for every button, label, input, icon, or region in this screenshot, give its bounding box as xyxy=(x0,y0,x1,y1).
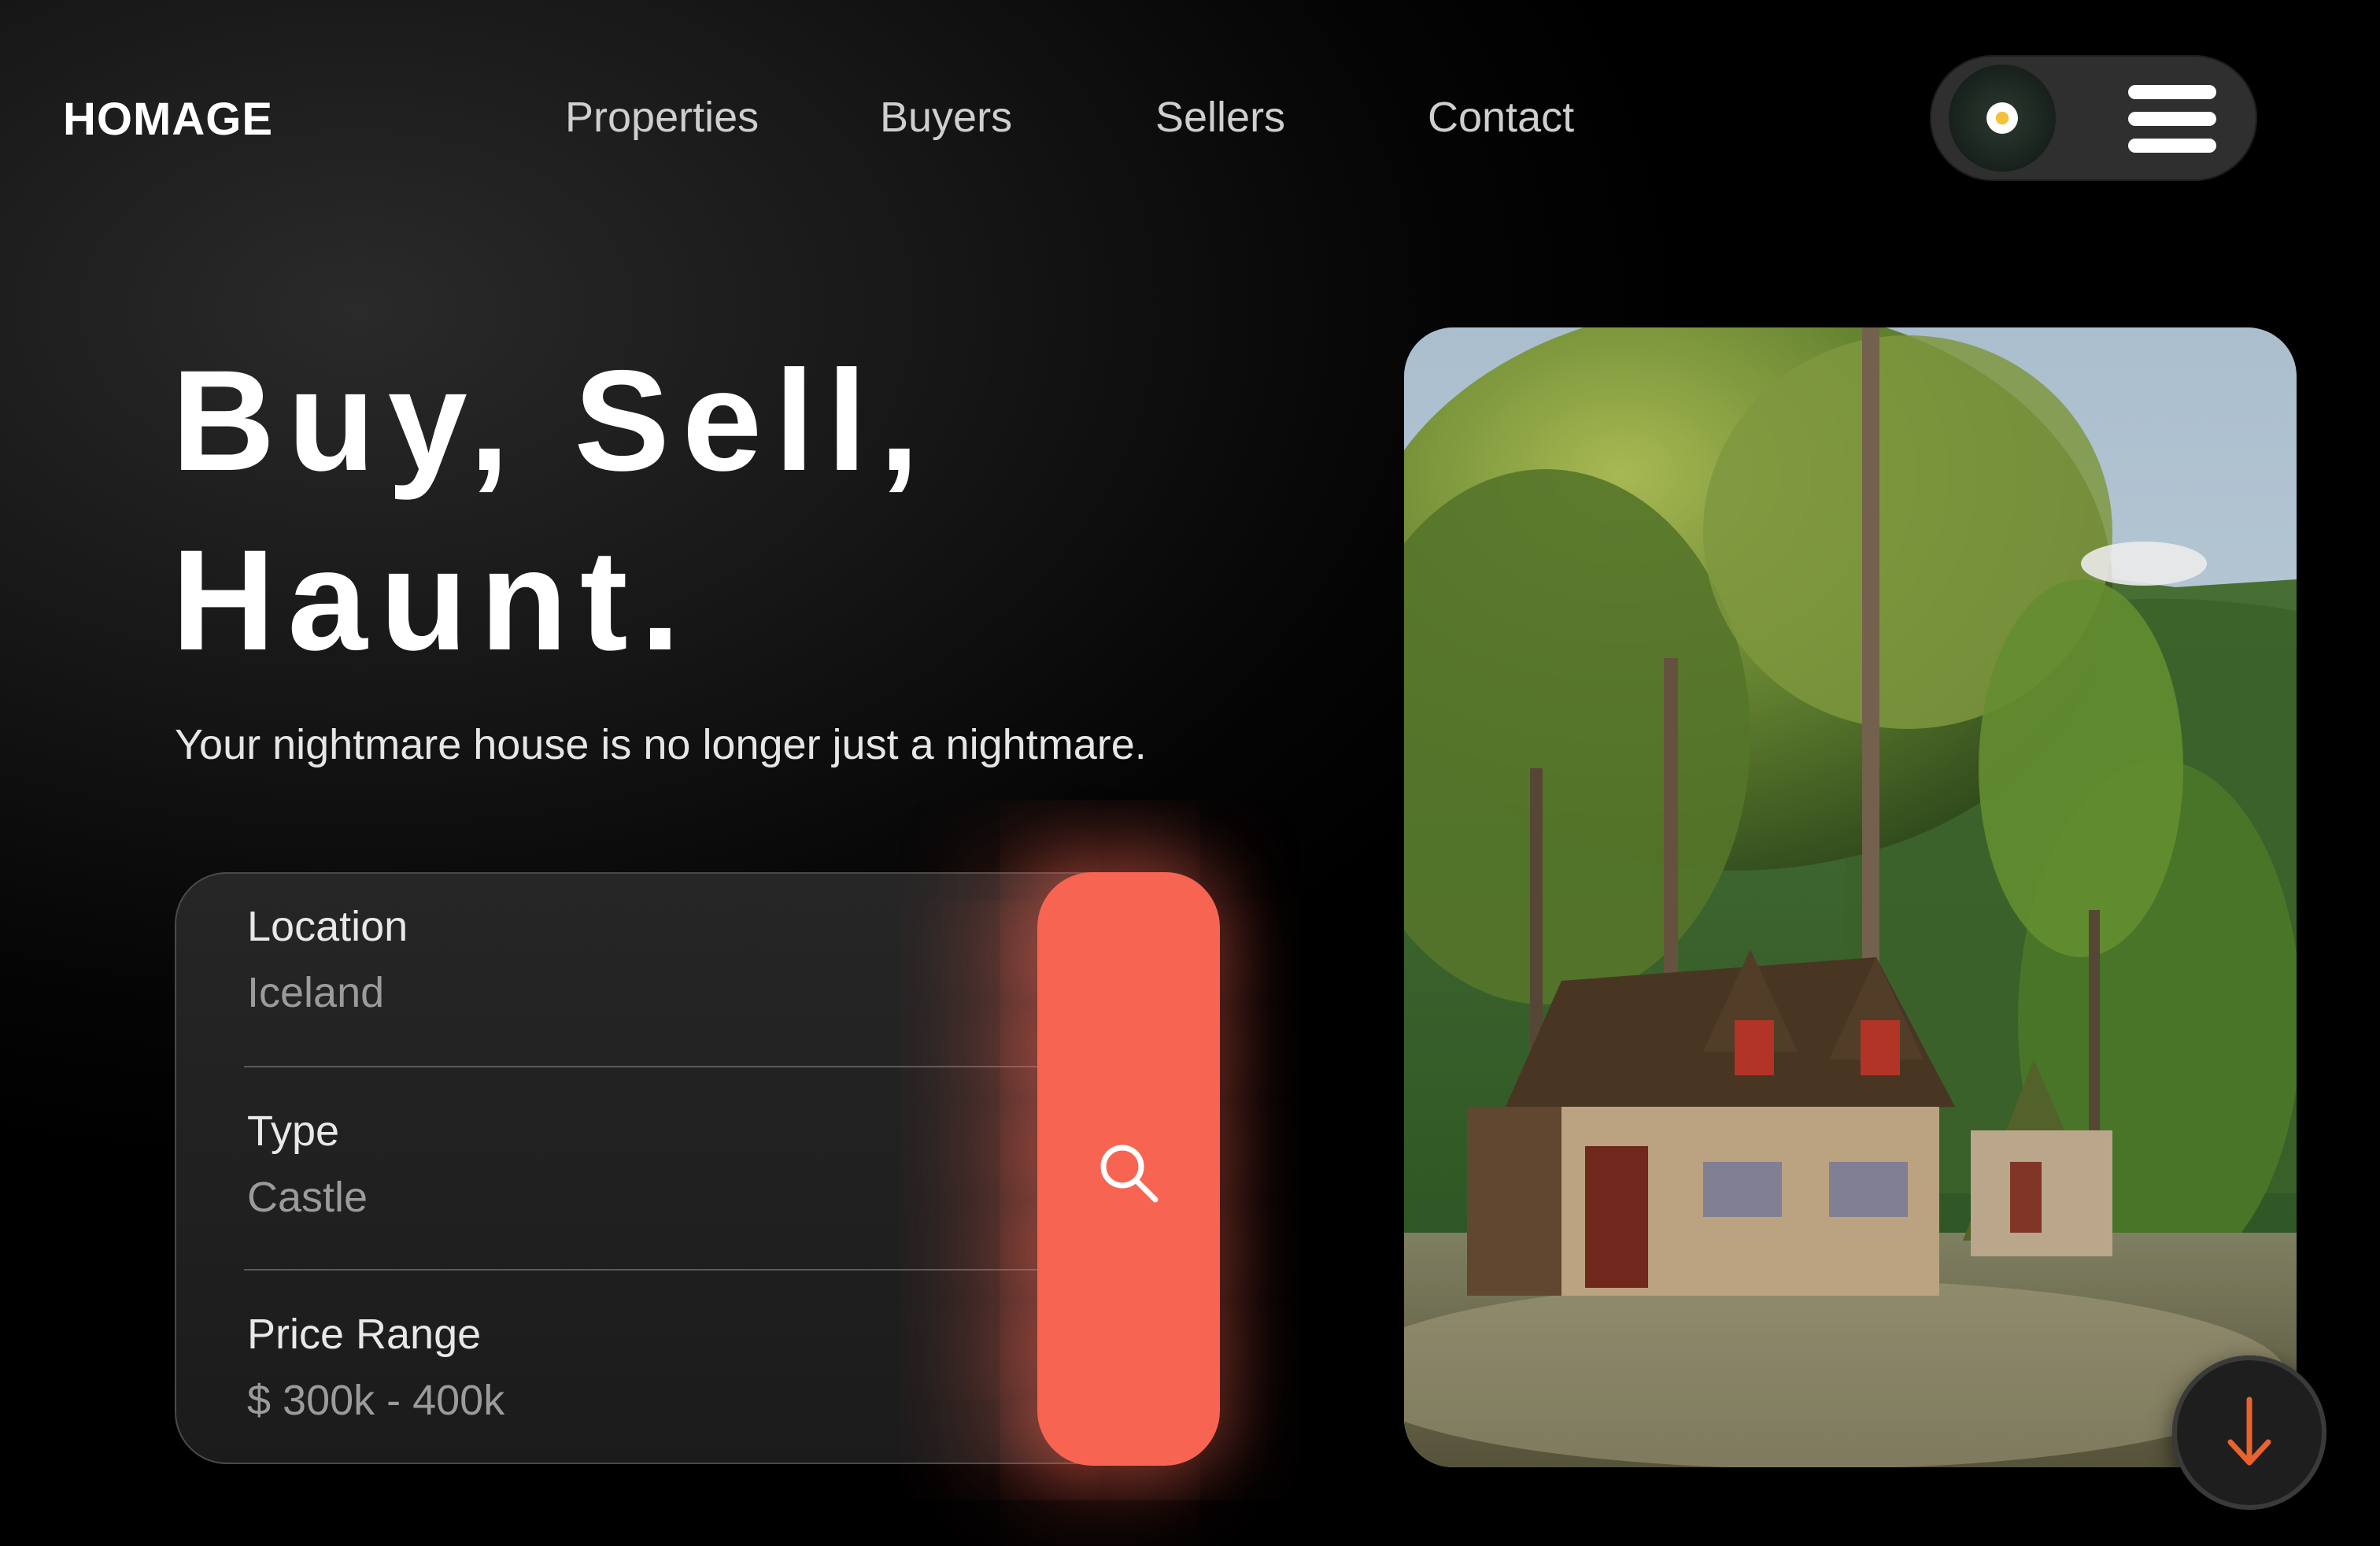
hamburger-menu-icon[interactable] xyxy=(2128,82,2221,154)
divider xyxy=(244,1269,1072,1270)
hero-headline: Buy, Sell, Haunt. xyxy=(172,331,932,690)
cottage-in-forest-photo xyxy=(1404,327,2297,1467)
price-range-field[interactable]: Price Range $ 300k - 400k xyxy=(247,1310,1058,1425)
field-value: Iceland xyxy=(247,969,385,1016)
avatar[interactable] xyxy=(1949,65,2056,172)
nav-link-buyers[interactable]: Buyers xyxy=(880,93,1012,142)
headline-line-2: Haunt. xyxy=(172,520,693,680)
hero-photo xyxy=(1404,327,2297,1467)
field-value: $ 300k - 400k xyxy=(247,1377,505,1424)
search-icon xyxy=(1100,1145,1159,1203)
daisy-icon xyxy=(1986,102,2018,134)
location-field[interactable]: Location Iceland xyxy=(247,902,1058,1017)
nav-link-contact[interactable]: Contact xyxy=(1428,93,1574,142)
brand-logo[interactable]: HOMAGE xyxy=(63,93,273,146)
type-field[interactable]: Type Castle xyxy=(247,1107,1058,1222)
nav-link-properties[interactable]: Properties xyxy=(565,93,759,142)
field-label: Type xyxy=(247,1108,340,1155)
header-actions xyxy=(1930,55,2257,181)
field-value: Castle xyxy=(247,1174,368,1221)
arrow-down-icon xyxy=(2227,1396,2271,1466)
hero-subtitle: Your nightmare house is no longer just a… xyxy=(175,721,1147,768)
scroll-down-button[interactable] xyxy=(2172,1356,2326,1510)
headline-line-1: Buy, Sell, xyxy=(172,340,932,501)
field-label: Location xyxy=(247,903,408,950)
nav-link-sellers[interactable]: Sellers xyxy=(1155,93,1285,142)
field-label: Price Range xyxy=(247,1311,482,1358)
divider xyxy=(244,1066,1072,1067)
search-button[interactable] xyxy=(1037,872,1220,1466)
